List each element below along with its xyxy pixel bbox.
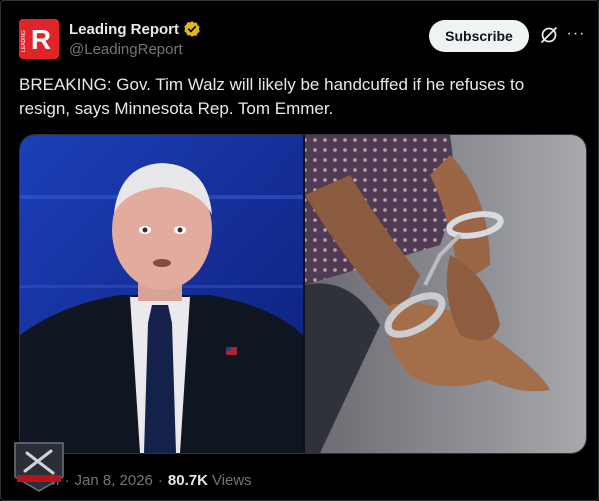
tweet-text: BREAKING: Gov. Tim Walz will likely be h… <box>19 75 525 118</box>
author-name[interactable]: Leading Report <box>69 21 179 38</box>
grok-icon[interactable] <box>539 25 559 45</box>
left-image <box>20 135 303 453</box>
tweet-media[interactable] <box>19 134 587 454</box>
verified-badge-icon <box>184 21 200 37</box>
meta-separator: · <box>157 471 163 489</box>
views-label: Views <box>211 471 252 489</box>
watermark-logo <box>14 442 64 492</box>
avatar[interactable]: R LEADING <box>19 19 59 59</box>
avatar-side-text: LEADING <box>21 30 27 52</box>
author-name-line[interactable]: Leading Report <box>69 20 201 38</box>
more-options-icon[interactable]: ··· <box>566 24 586 44</box>
tweet-card: R LEADING Leading Report @LeadingReport … <box>0 0 599 501</box>
avatar-letter: R <box>31 24 51 55</box>
author-handle[interactable]: @LeadingReport <box>69 41 183 58</box>
views-count: 80.7K <box>167 471 208 489</box>
tweet-date[interactable]: Jan 8, 2026 <box>75 472 153 489</box>
right-image <box>305 135 586 453</box>
subscribe-button[interactable]: Subscribe <box>429 20 529 52</box>
